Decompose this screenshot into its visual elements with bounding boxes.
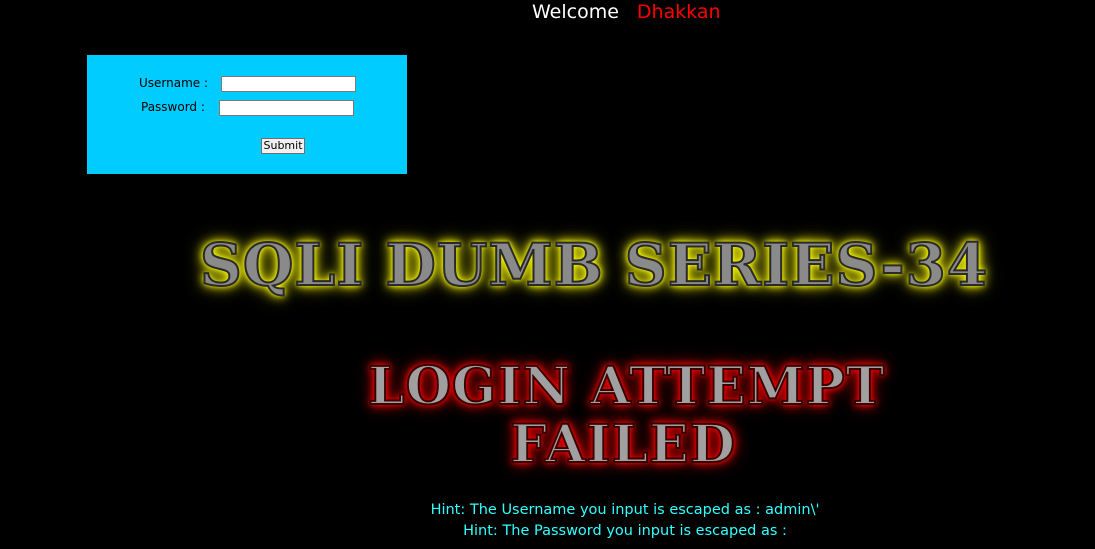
login-failed-message: LOGIN ATTEMPT FAILED [367,356,886,475]
hints: Hint: The Username you input is escaped … [0,500,1095,542]
username-label: Username : [139,76,209,90]
series-title: SQLI DUMB SERIES-34 [199,231,989,299]
login-failed-line-1: LOGIN ATTEMPT [367,356,886,417]
page: Welcome Dhakkan Username : Password : Sub… [0,0,1095,549]
password-input[interactable] [219,100,354,116]
username-hint: Hint: The Username you input is escaped … [430,502,820,518]
password-label: Password : [141,100,205,114]
welcome-text: Welcome [532,1,619,23]
login-failed-line-2: FAILED [509,414,736,475]
login-form: Username : Password : Submit [87,55,407,174]
welcome-username: Dhakkan [636,1,721,23]
welcome-header: Welcome Dhakkan [532,0,721,24]
username-input[interactable] [221,76,356,92]
submit-button[interactable]: Submit [261,138,305,154]
password-hint: Hint: The Password you input is escaped … [463,523,787,539]
